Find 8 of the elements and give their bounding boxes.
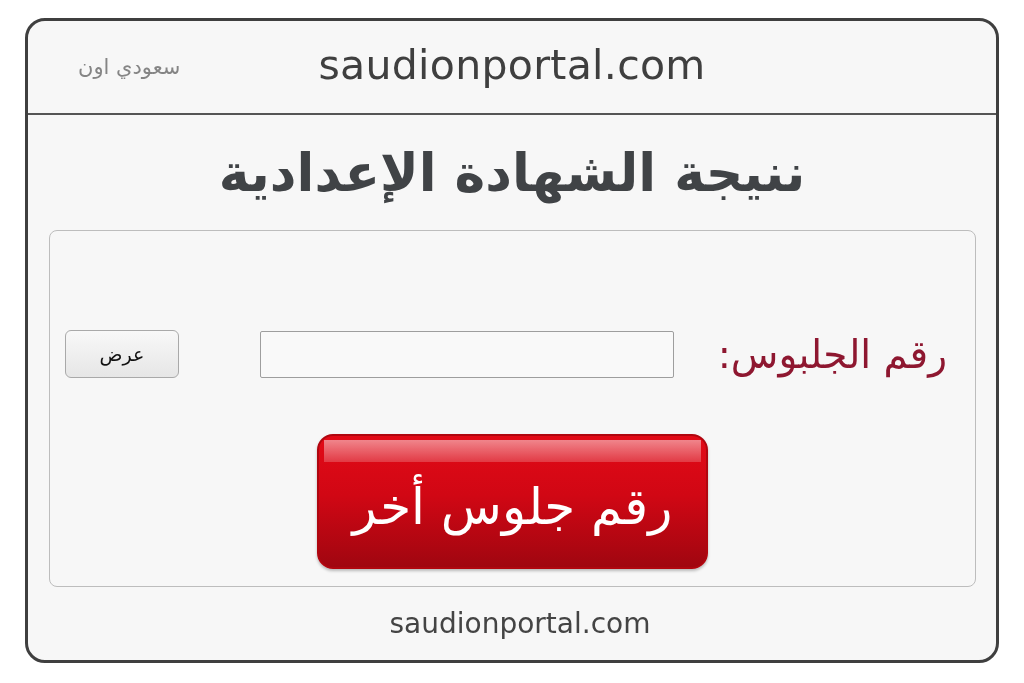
seat-number-label: رقم الجلبوس: [717, 331, 947, 377]
another-seat-button[interactable]: رقم جلوس أخر [317, 434, 708, 569]
site-brand: سعودي اون [78, 55, 181, 79]
site-domain: saudionportal.com [318, 41, 706, 91]
show-button[interactable]: عرض [65, 330, 179, 378]
seat-number-field[interactable] [259, 330, 674, 378]
footer-domain: saudionportal.com [389, 607, 651, 640]
page-title: ننيجة الشهادة الإعدادية [218, 142, 806, 204]
